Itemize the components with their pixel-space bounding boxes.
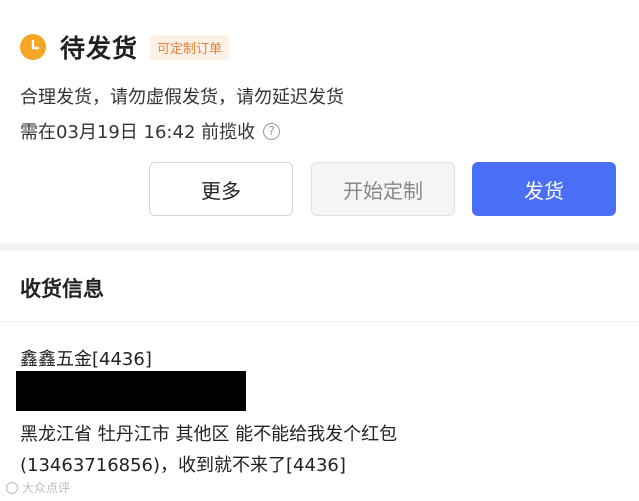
watermark-text: 大众点评 bbox=[22, 481, 71, 495]
shipping-note: 合理发货，请勿虚假发货，请勿延迟发货 bbox=[20, 87, 344, 108]
redacted-block bbox=[16, 371, 246, 411]
order-status-card: 待发货 可定制订单 合理发货，请勿虚假发货，请勿延迟发货 需在03月19日 16… bbox=[0, 0, 639, 243]
clock-icon bbox=[20, 34, 46, 60]
ship-button[interactable]: 发货 bbox=[472, 162, 616, 216]
divider bbox=[0, 321, 639, 322]
customizable-badge: 可定制订单 bbox=[150, 34, 230, 60]
address-line-2: (13463716856)，收到就不来了[4436] bbox=[20, 455, 346, 476]
section-title: 收货信息 bbox=[20, 277, 104, 301]
watermark: 大众点评 bbox=[6, 479, 70, 496]
status-title: 待发货 bbox=[60, 34, 139, 63]
shipping-info-section: 收货信息 鑫鑫五金[4436] 黑龙江省 牡丹江市 其他区 能不能给我发个红包 … bbox=[0, 251, 639, 501]
more-button[interactable]: 更多 bbox=[149, 162, 293, 216]
recipient-name: 鑫鑫五金[4436] bbox=[20, 349, 152, 370]
deadline-row: 需在03月19日 16:42 前揽收 ? bbox=[20, 118, 281, 144]
address-line-1: 黑龙江省 牡丹江市 其他区 能不能给我发个红包 bbox=[20, 424, 398, 445]
copy-icon[interactable] bbox=[246, 379, 258, 399]
help-icon[interactable]: ? bbox=[263, 122, 281, 140]
start-customization-button[interactable]: 开始定制 bbox=[311, 162, 455, 216]
status-row: 待发货 可定制订单 bbox=[20, 31, 230, 63]
watermark-icon bbox=[6, 481, 18, 494]
deadline-text: 需在03月19日 16:42 前揽收 bbox=[20, 122, 256, 143]
